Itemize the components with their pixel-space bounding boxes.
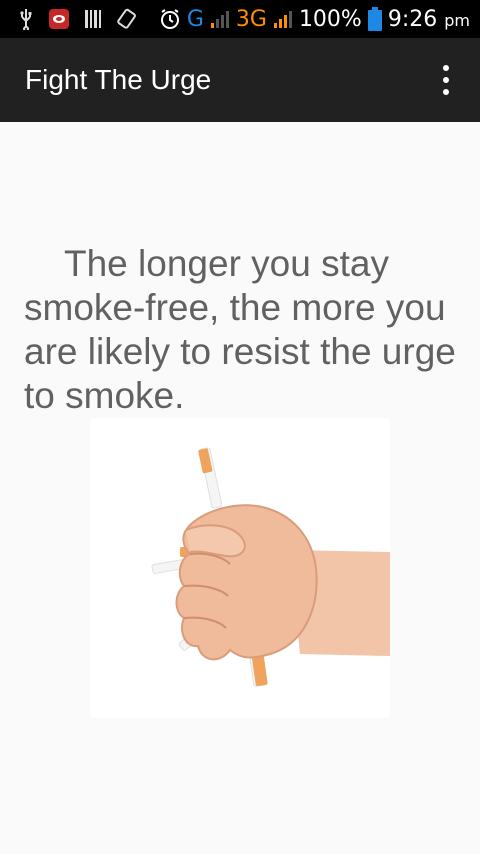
- app-bar: Fight The Urge: [0, 38, 480, 122]
- main-content: The longer you stay smoke-free, the more…: [0, 122, 480, 854]
- alarm-icon: [159, 8, 181, 30]
- app-title: Fight The Urge: [25, 64, 212, 95]
- clock-suffix: pm: [444, 10, 470, 30]
- motivational-message: The longer you stay smoke-free, the more…: [24, 243, 456, 416]
- network-g-label: G: [186, 6, 204, 32]
- usb-icon: [18, 8, 34, 30]
- sync-icon: [116, 8, 138, 30]
- clock-time: 9:26: [387, 6, 438, 32]
- battery-icon: [367, 7, 382, 31]
- clock: 9:26 pm: [388, 7, 470, 32]
- signal-3g-icon: [273, 9, 293, 29]
- more-vert-icon[interactable]: [438, 65, 454, 95]
- signal-icon: [210, 9, 230, 29]
- app-notification-icon: [48, 8, 70, 30]
- hand-crushing-cigarettes-image: [90, 418, 390, 718]
- barcode-icon: [84, 9, 102, 29]
- battery-percent: 100%: [298, 6, 362, 32]
- network-3g-label: 3G: [235, 6, 267, 32]
- status-bar: G 3G 100% 9:26 pm: [0, 0, 480, 38]
